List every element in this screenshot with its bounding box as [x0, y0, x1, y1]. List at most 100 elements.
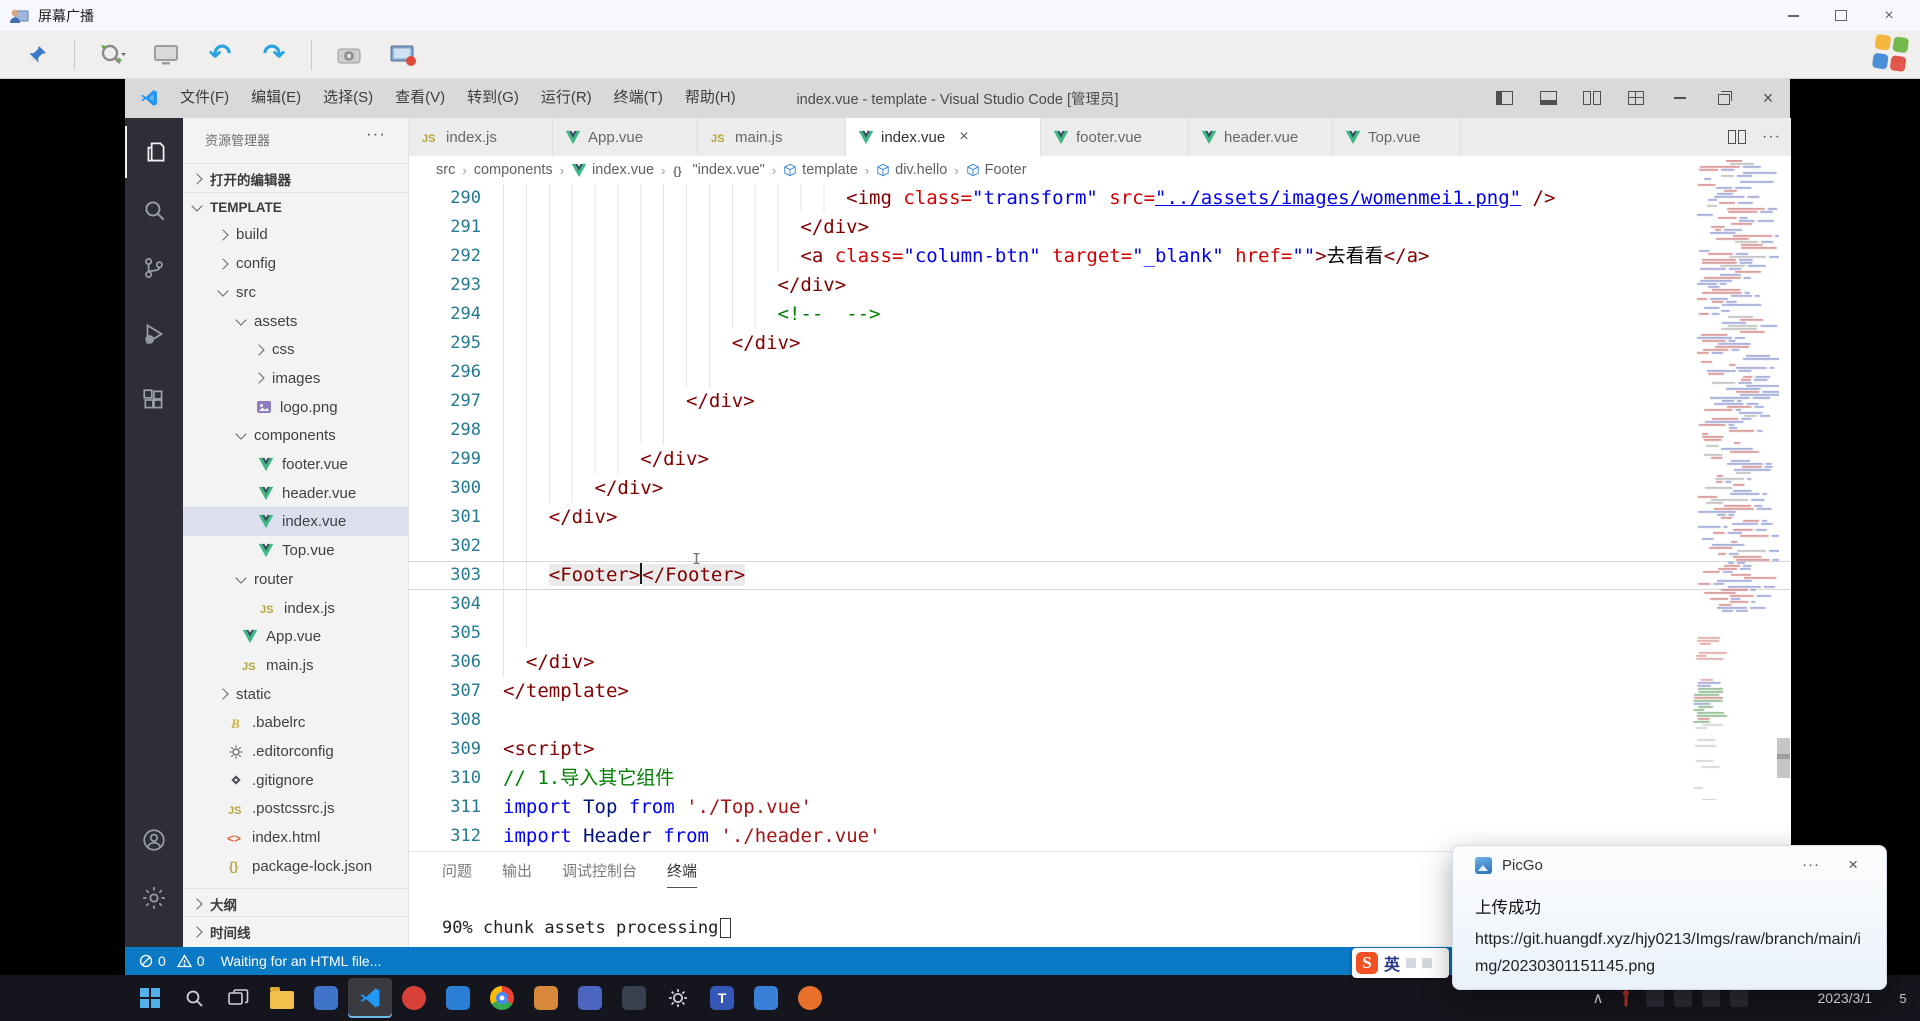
editor-more-actions[interactable]: ···: [1762, 128, 1781, 146]
breadcrumb-item-Footer[interactable]: Footer: [966, 162, 1027, 178]
account-icon[interactable]: [125, 814, 183, 866]
broadcast-close-button[interactable]: ×: [1878, 7, 1900, 25]
tree-item-static[interactable]: static: [183, 680, 408, 709]
vscode-restore-button[interactable]: [1702, 78, 1746, 118]
menu-终端T[interactable]: 终端(T): [603, 78, 674, 118]
tab-main.js[interactable]: JSmain.js: [698, 118, 846, 156]
redo-icon[interactable]: ↷: [257, 38, 291, 72]
tab-Top.vue[interactable]: Top.vue: [1333, 118, 1461, 156]
tree-item-assets[interactable]: assets: [183, 307, 408, 336]
menu-运行R[interactable]: 运行(R): [530, 78, 603, 118]
tree-item-.editorconfig[interactable]: .editorconfig: [183, 737, 408, 766]
code-line-304[interactable]: 304: [409, 590, 1791, 619]
code-line-290[interactable]: 290<img class="transform" src="../assets…: [409, 184, 1791, 213]
code-line-306[interactable]: 306</div>: [409, 648, 1791, 677]
tree-item-index.html[interactable]: <>index.html: [183, 823, 408, 852]
tray-icon[interactable]: [1646, 989, 1664, 1007]
taskbar-app-app-blue[interactable]: [304, 978, 348, 1018]
taskbar-app-app-indigo[interactable]: [568, 978, 612, 1018]
search-icon[interactable]: [125, 184, 183, 236]
code-line-291[interactable]: 291</div>: [409, 213, 1791, 242]
code-line-308[interactable]: 308: [409, 706, 1791, 735]
toggle-sidebar-icon[interactable]: [1482, 78, 1526, 118]
breadcrumb-item-index.vue[interactable]: index.vue: [571, 162, 654, 178]
problems-status[interactable]: 0 0: [139, 953, 205, 969]
tree-item-src[interactable]: src: [183, 278, 408, 307]
broadcast-minimize-button[interactable]: [1782, 7, 1804, 25]
zoom-select-icon[interactable]: [95, 38, 129, 72]
taskbar-app-firefox[interactable]: [788, 978, 832, 1018]
camera-icon[interactable]: [332, 38, 366, 72]
tree-item-footer.vue[interactable]: footer.vue: [183, 450, 408, 479]
minimap[interactable]: [1691, 160, 1779, 800]
code-line-302[interactable]: 302: [409, 532, 1791, 561]
panel-tab-调试控制台[interactable]: 调试控制台: [562, 860, 637, 888]
picgo-more-icon[interactable]: ···: [1802, 856, 1820, 873]
tree-item-config[interactable]: config: [183, 249, 408, 278]
split-editor-button[interactable]: [1728, 130, 1746, 144]
code-line-294[interactable]: 294<!-- -->: [409, 300, 1791, 329]
menu-查看V[interactable]: 查看(V): [384, 78, 456, 118]
menu-帮助H[interactable]: 帮助(H): [674, 78, 747, 118]
customize-layout-icon[interactable]: [1614, 78, 1658, 118]
breadcrumb-item-components[interactable]: components: [474, 162, 553, 178]
code-line-305[interactable]: 305: [409, 619, 1791, 648]
screen-share-icon[interactable]: [386, 38, 420, 72]
code-line-310[interactable]: 310// 1.导入其它组件: [409, 764, 1791, 793]
panel-tab-问题[interactable]: 问题: [442, 860, 472, 888]
tab-index.js[interactable]: JSindex.js: [409, 118, 553, 156]
code-line-297[interactable]: 297</div>: [409, 387, 1791, 416]
panel-tab-终端[interactable]: 终端: [667, 860, 697, 888]
taskbar-app-notes[interactable]: [744, 978, 788, 1018]
code-editor[interactable]: 290<img class="transform" src="../assets…: [409, 184, 1791, 851]
screen-icon[interactable]: [149, 38, 183, 72]
explorer-icon[interactable]: [125, 126, 185, 178]
code-line-311[interactable]: 311import Top from './Top.vue': [409, 793, 1791, 822]
run-debug-icon[interactable]: [125, 308, 183, 360]
toggle-panel-icon[interactable]: [1526, 78, 1570, 118]
pin-icon[interactable]: [20, 38, 54, 72]
code-line-299[interactable]: 299</div>: [409, 445, 1791, 474]
tree-item-images[interactable]: images: [183, 364, 408, 393]
extensions-icon[interactable]: [125, 374, 183, 426]
explorer-more-icon[interactable]: ···: [366, 124, 386, 144]
taskbar-app-search[interactable]: [172, 978, 216, 1018]
code-line-296[interactable]: 296: [409, 358, 1791, 387]
taskbar-app-game-app[interactable]: [524, 978, 568, 1018]
code-line-293[interactable]: 293</div>: [409, 271, 1791, 300]
code-line-309[interactable]: 309<script>: [409, 735, 1791, 764]
tree-item-logo.png[interactable]: logo.png: [183, 393, 408, 422]
taskbar-app-task-view[interactable]: [216, 978, 260, 1018]
tree-item-css[interactable]: css: [183, 335, 408, 364]
code-line-300[interactable]: 300</div>: [409, 474, 1791, 503]
taskbar-app-t-app[interactable]: T: [700, 978, 744, 1018]
menu-转到G[interactable]: 转到(G): [456, 78, 530, 118]
broadcast-float-button[interactable]: [1872, 34, 1910, 72]
vscode-close-button[interactable]: ×: [1746, 78, 1790, 118]
taskbar-app-start[interactable]: [128, 978, 172, 1018]
broadcast-maximize-button[interactable]: [1830, 7, 1852, 25]
tree-item-index.js[interactable]: JSindex.js: [183, 594, 408, 623]
tray-icon[interactable]: [1702, 989, 1720, 1007]
tree-item-main.js[interactable]: JSmain.js: [183, 651, 408, 680]
tray-icon[interactable]: [1730, 989, 1748, 1007]
taskbar-app-settings[interactable]: [656, 978, 700, 1018]
ime-toolbar[interactable]: S 英: [1352, 948, 1449, 978]
menu-编辑E[interactable]: 编辑(E): [240, 78, 312, 118]
code-line-295[interactable]: 295</div>: [409, 329, 1791, 358]
vscode-minimize-button[interactable]: [1658, 78, 1702, 118]
panel-tab-输出[interactable]: 输出: [502, 860, 532, 888]
breadcrumb-item-div.hello[interactable]: div.hello: [876, 162, 947, 178]
tab-App.vue[interactable]: App.vue: [553, 118, 698, 156]
taskbar-date[interactable]: 2023/3/1: [1818, 990, 1873, 1006]
menu-选择S[interactable]: 选择(S): [312, 78, 384, 118]
tree-item-打开的编辑器[interactable]: 打开的编辑器: [183, 163, 408, 193]
taskbar-app-file-explorer[interactable]: [260, 978, 304, 1018]
tree-item-.gitignore[interactable]: .gitignore: [183, 766, 408, 795]
tree-item-TEMPLATE[interactable]: TEMPLATE: [183, 192, 408, 222]
split-editor-icon[interactable]: [1570, 78, 1614, 118]
tree-item-build[interactable]: build: [183, 220, 408, 249]
source-control-icon[interactable]: [125, 242, 183, 294]
code-line-303[interactable]: 303<Footer></Footer>: [409, 561, 1791, 590]
tree-item-router[interactable]: router: [183, 565, 408, 594]
